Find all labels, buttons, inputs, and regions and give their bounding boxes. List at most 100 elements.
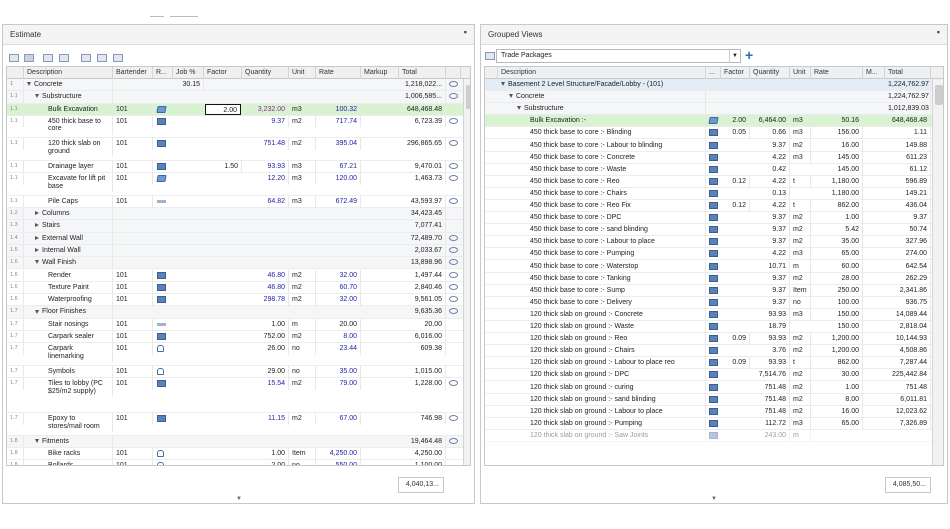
group-row[interactable]: 1.3 Stairs 7,077.41 [7,220,470,233]
expand-down-icon[interactable] [509,94,513,99]
expand-down-icon[interactable] [517,106,521,111]
table-row[interactable]: 1.1 Pile Caps 101 64.82 m3 672.49 43,593.97 [7,195,470,208]
status-circle-icon[interactable] [449,308,458,315]
status-circle-icon[interactable] [449,197,458,204]
table-row[interactable]: 120 thick slab on ground :- DPC 7,514.76 m… [485,369,943,382]
group-row[interactable]: Concrete 1,224,762.97 [485,91,943,104]
quantity-cell[interactable]: 46.80 [242,281,289,294]
status-circle-icon[interactable] [449,234,458,241]
group-row[interactable]: 1.1 Substructure 1,006,585... [7,91,470,104]
chevron-down-icon[interactable]: ▼ [729,50,740,62]
table-row[interactable]: 1.6 Waterproofing 101 298.78 m2 32.00 9,561.05 [7,294,470,307]
quantity-cell[interactable]: 11.15 [242,413,289,425]
column-header[interactable]: ... [706,67,721,79]
table-row[interactable]: 1.8 Bike racks 101 1.00 Item 4,250.00 4,250.00 [7,447,470,461]
table-row[interactable]: 450 thick base to core :- Waste 0.42 145.0… [485,163,943,176]
quantity-cell[interactable]: 15.54 [242,378,289,390]
table-row[interactable]: 120 thick slab on ground :- curing 751.48… [485,381,943,394]
rate-cell[interactable]: 120.00 [316,173,361,185]
status-circle-icon[interactable] [449,93,458,100]
column-header[interactable]: Rate [811,67,863,79]
list-view-icon[interactable] [24,54,34,62]
column-header[interactable]: Total [885,67,931,79]
rate-cell[interactable]: 100.32 [316,103,361,116]
table-row[interactable]: 120 thick slab on ground :- Reo 0.09 93.93… [485,333,943,346]
rate-cell[interactable]: 4,250.00 [316,447,361,460]
table-row[interactable]: 1.7 Carpark linemarking 101 26.00 no 23.44 609… [7,343,470,366]
rate-cell[interactable]: 32.00 [316,294,361,306]
table-row[interactable]: 120 thick slab on ground :- Saw Joints 24… [485,429,943,442]
status-circle-icon[interactable] [449,415,458,422]
table-row[interactable]: 450 thick base to core :- Reo Fix 0.12 4.2… [485,200,943,213]
table-row[interactable]: 450 thick base to core :- Tanking 9.37 m2 2… [485,272,943,285]
table-row[interactable]: 120 thick slab on ground :- Waste 18.79 15… [485,321,943,334]
expand-down-icon[interactable] [501,82,505,87]
rate-cell[interactable]: 717.74 [316,115,361,128]
expand-down-icon[interactable] [35,309,39,314]
table-row[interactable]: 1.1 Excavate for lift pit base 101 12.20 m3 1… [7,173,470,196]
pin-icon[interactable]: ▪ [937,27,940,37]
group-row[interactable]: 1.6 Wall Finish 13,898.96 [7,257,470,270]
group-row[interactable]: Basement 2 Level Structure/Facade/Lobby … [485,79,943,92]
quantity-cell[interactable]: 26.00 [242,343,289,355]
column-header[interactable]: Factor [204,67,242,79]
rate-cell[interactable]: 672.49 [316,195,361,208]
table-row[interactable]: 1.1 450 thick base to core 101 9.37 m2 717.74… [7,115,470,139]
column-header[interactable]: Description [24,67,113,79]
sort-icon[interactable] [81,54,91,62]
filter-icon[interactable] [97,54,107,62]
status-circle-icon[interactable] [449,162,458,169]
column-header[interactable]: Description [498,67,706,79]
quantity-cell[interactable]: 1.00 [242,318,289,331]
table-row[interactable]: 1.7 Tiles to lobby (PC $25/m2 supply) 101 1… [7,378,470,414]
rate-cell[interactable]: 23.44 [316,343,361,355]
expand-down-icon[interactable] [35,438,39,443]
status-circle-icon[interactable] [449,296,458,303]
table-row[interactable]: 450 thick base to core :- Pumping 4.22 m3 6… [485,248,943,261]
add-group-button[interactable]: + [745,47,753,63]
table-row[interactable]: 450 thick base to core :- Labour to plac… [485,236,943,249]
table-row[interactable]: 450 thick base to core :- Delivery 9.37 no… [485,296,943,309]
column-header[interactable]: R... [153,67,173,79]
table-row[interactable]: 120 thick slab on ground :- Labour to pl… [485,405,943,418]
table-row[interactable]: 1.8 Bollards 101 2.00no550.00 1,100.00 [7,460,470,465]
table-row[interactable]: 1.7 Stair nosings 101 1.00 m 20.00 20.00 [7,318,470,331]
status-circle-icon[interactable] [449,271,458,278]
indent-icon[interactable] [43,54,53,62]
rate-cell[interactable]: 550.00 [316,460,361,465]
rate-cell[interactable]: 35.00 [316,365,361,378]
rate-cell[interactable]: 32.00 [316,269,361,281]
quantity-cell[interactable]: 752.00 [242,331,289,343]
column-header[interactable]: Markup [361,67,399,79]
status-circle-icon[interactable] [449,283,458,290]
quantity-cell[interactable]: 3,232.00 [242,103,289,116]
rate-cell[interactable]: 20.00 [316,318,361,331]
table-row[interactable]: 1.7 Symbols 101 29.00 no 35.00 1,015.00 [7,365,470,379]
chevron-down-icon[interactable]: ▼ [711,496,717,502]
rate-cell[interactable]: 8.00 [316,331,361,343]
rate-cell[interactable]: 395.04 [316,138,361,150]
print-icon[interactable] [113,54,123,62]
rate-cell[interactable]: 67.00 [316,413,361,425]
table-row[interactable]: 120 thick slab on ground :- Concrete 93.9… [485,308,943,321]
scroll-thumb[interactable] [466,85,470,109]
expand-down-icon[interactable] [35,260,39,265]
quantity-cell[interactable]: 2.00 [242,460,289,465]
group-row[interactable]: 1.8 Fitments 19,464.48 [7,435,470,448]
table-row[interactable]: 450 thick base to core :- Labour to blin… [485,139,943,152]
status-circle-icon[interactable] [449,380,458,387]
table-row[interactable]: 1.6 Texture Paint 101 46.80 m2 60.70 2,840.46 [7,281,470,295]
status-circle-icon[interactable] [449,117,458,124]
column-header[interactable]: M... [863,67,885,79]
estimate-scrollbar[interactable] [463,79,470,465]
group-row[interactable]: 1.5 Internal Wall 2,033.67 [7,244,470,258]
group-row[interactable]: 1 Concrete 30.15 1,218,022... [7,79,470,92]
expand-right-icon[interactable] [35,223,39,228]
column-header[interactable]: Quantity [750,67,790,79]
table-row[interactable]: 1.1 Drainage layer 101 1.50 93.93 m3 67.21 9,47… [7,160,470,174]
quantity-cell[interactable]: 29.00 [242,365,289,378]
table-row[interactable]: 1.1 Bulk Excavation 101 2.00 3,232.00 m3 100.3… [7,103,470,116]
collapse-icon[interactable] [9,54,19,62]
grid-icon[interactable] [485,52,495,60]
quantity-cell[interactable]: 298.78 [242,294,289,306]
